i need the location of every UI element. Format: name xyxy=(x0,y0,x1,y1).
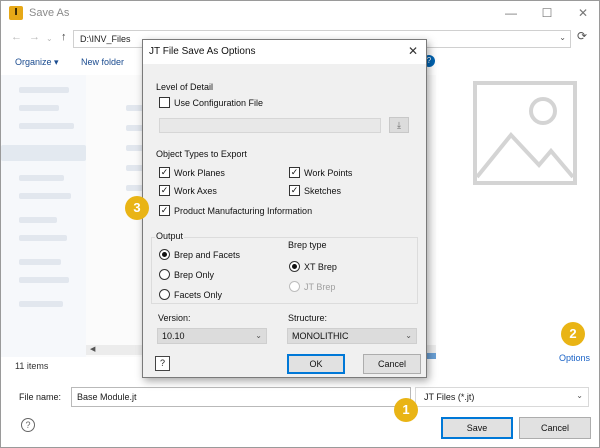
pmi-checkbox[interactable]: ✓ Product Manufacturing Information xyxy=(159,205,312,216)
facets-only-radio[interactable]: Facets Only xyxy=(159,289,222,300)
work-axes-checkbox[interactable]: ✓ Work Axes xyxy=(159,185,217,196)
cancel-button[interactable]: Cancel xyxy=(519,417,591,439)
pmi-label: Product Manufacturing Information xyxy=(174,205,313,216)
check-icon: ✓ xyxy=(159,167,170,178)
callout-1: 1 xyxy=(394,398,418,422)
help-circle-icon[interactable]: ? xyxy=(21,418,35,432)
radio-icon xyxy=(159,289,170,300)
work-points-label: Work Points xyxy=(304,167,353,178)
refresh-icon[interactable]: ⟳ xyxy=(577,29,587,43)
options-link[interactable]: Options xyxy=(559,353,590,363)
nav-item[interactable] xyxy=(19,87,69,93)
close-button[interactable]: ✕ xyxy=(567,1,599,25)
radio-selected-icon xyxy=(159,249,170,260)
config-file-path-input[interactable] xyxy=(159,118,381,133)
checkbox-box xyxy=(159,97,170,108)
dialog-help-icon[interactable]: ? xyxy=(155,356,170,371)
use-config-file-label: Use Configuration File xyxy=(174,97,264,108)
file-type-value: JT Files (*.jt) xyxy=(424,392,475,402)
version-label: Version: xyxy=(157,313,192,323)
organize-button[interactable]: Organize ▾ xyxy=(15,57,59,68)
xt-brep-label: XT Brep xyxy=(304,261,337,272)
ok-button[interactable]: OK xyxy=(287,354,345,374)
dialog-title: JT File Save As Options xyxy=(149,46,256,57)
dialog-title-bar: JT File Save As Options ✕ xyxy=(143,40,426,64)
work-axes-label: Work Axes xyxy=(174,185,217,196)
new-folder-button[interactable]: New folder xyxy=(81,57,124,67)
nav-item[interactable] xyxy=(19,175,64,181)
window-title: Save As xyxy=(29,7,70,19)
file-name-input[interactable]: Base Module.jt xyxy=(71,387,411,407)
version-select[interactable]: 10.10 ⌄ xyxy=(157,328,267,344)
check-icon: ✓ xyxy=(159,205,170,216)
chevron-down-icon: ⌄ xyxy=(576,391,583,400)
structure-label: Structure: xyxy=(287,313,329,323)
nav-item[interactable] xyxy=(19,217,57,223)
nav-item[interactable] xyxy=(19,235,67,241)
chevron-down-icon: ⌄ xyxy=(405,331,412,340)
check-icon: ✓ xyxy=(159,185,170,196)
jt-brep-radio[interactable]: JT Brep xyxy=(289,281,335,292)
jt-brep-label: JT Brep xyxy=(304,281,336,292)
work-planes-label: Work Planes xyxy=(174,167,225,178)
sketches-label: Sketches xyxy=(304,185,342,196)
xt-brep-radio[interactable]: XT Brep xyxy=(289,261,337,272)
back-arrow-icon[interactable]: ← xyxy=(11,31,22,43)
maximize-button[interactable]: ☐ xyxy=(531,1,563,25)
up-arrow-icon[interactable]: ↑ xyxy=(61,31,67,43)
dialog-cancel-button[interactable]: Cancel xyxy=(363,354,421,374)
nav-item[interactable] xyxy=(19,123,74,129)
file-type-select[interactable]: JT Files (*.jt) ⌄ xyxy=(415,387,589,407)
recent-locations-chevron-icon[interactable]: ⌄ xyxy=(46,34,53,43)
nav-item[interactable] xyxy=(19,277,69,283)
brep-only-label: Brep Only xyxy=(174,269,215,280)
structure-select[interactable]: MONOLITHIC ⌄ xyxy=(287,328,417,344)
save-as-window: I Save As — ☐ ✕ ← → ⌄ ↑ D:\INV_Files ⌄ ⟳… xyxy=(0,0,600,448)
level-of-detail-label: Level of Detail xyxy=(155,82,215,92)
minimize-button[interactable]: — xyxy=(495,1,527,25)
radio-icon xyxy=(159,269,170,280)
structure-value: MONOLITHIC xyxy=(292,331,349,341)
brep-only-radio[interactable]: Brep Only xyxy=(159,269,214,280)
check-icon: ✓ xyxy=(289,185,300,196)
dialog-close-icon[interactable]: ✕ xyxy=(408,44,418,58)
callout-2: 2 xyxy=(561,322,585,346)
jt-options-dialog: JT File Save As Options ✕ Level of Detai… xyxy=(142,39,427,378)
save-button[interactable]: Save xyxy=(441,417,513,439)
navigation-pane xyxy=(1,75,86,357)
nav-item[interactable] xyxy=(19,301,63,307)
address-dropdown-icon[interactable]: ⌄ xyxy=(559,33,566,42)
nav-item[interactable] xyxy=(19,105,59,111)
radio-selected-icon xyxy=(289,261,300,272)
items-count: 11 items xyxy=(15,361,49,371)
browse-folder-icon[interactable]: ⤓ xyxy=(389,117,409,133)
address-path: D:\INV_Files xyxy=(80,34,131,44)
use-config-file-checkbox[interactable]: Use Configuration File xyxy=(159,97,263,108)
nav-item[interactable] xyxy=(19,193,71,199)
object-types-label: Object Types to Export xyxy=(155,149,248,159)
sketches-checkbox[interactable]: ✓ Sketches xyxy=(289,185,341,196)
nav-item-selected[interactable] xyxy=(1,145,86,161)
work-points-checkbox[interactable]: ✓ Work Points xyxy=(289,167,352,178)
scroll-left-icon[interactable]: ◀ xyxy=(90,345,95,353)
brep-and-facets-radio[interactable]: Brep and Facets xyxy=(159,249,240,260)
brep-type-label: Brep type xyxy=(287,240,328,250)
work-planes-checkbox[interactable]: ✓ Work Planes xyxy=(159,167,225,178)
output-label: Output xyxy=(155,231,185,241)
image-placeholder-icon xyxy=(473,81,577,185)
brep-and-facets-label: Brep and Facets xyxy=(174,249,241,260)
view-thumbnail-icon[interactable] xyxy=(426,353,436,359)
radio-icon xyxy=(289,281,300,292)
inventor-app-icon: I xyxy=(9,6,23,20)
version-value: 10.10 xyxy=(162,331,185,341)
callout-3: 3 xyxy=(125,196,149,220)
forward-arrow-icon[interactable]: → xyxy=(29,31,40,43)
check-icon: ✓ xyxy=(289,167,300,178)
title-bar: I Save As — ☐ ✕ xyxy=(1,1,599,27)
facets-only-label: Facets Only xyxy=(174,289,223,300)
nav-item[interactable] xyxy=(19,259,61,265)
chevron-down-icon: ⌄ xyxy=(255,331,262,340)
file-name-label: File name: xyxy=(19,392,62,402)
